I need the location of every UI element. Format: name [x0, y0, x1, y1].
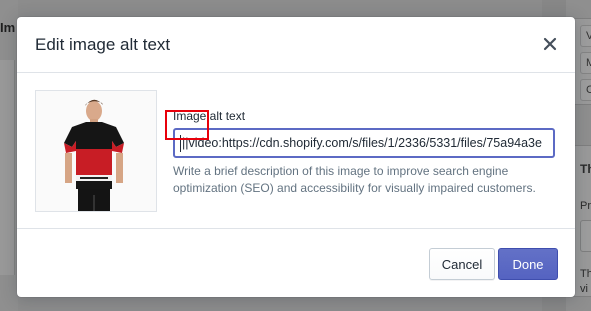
background-label: Pr: [580, 200, 591, 212]
modal-header: Edit image alt text: [17, 17, 575, 73]
done-button[interactable]: Done: [498, 248, 558, 280]
modal-body: Image alt text ||video:https://cdn.shopi…: [17, 73, 575, 228]
modal-title: Edit image alt text: [35, 35, 171, 54]
product-image-thumbnail: [35, 90, 157, 212]
background-section-title: Im: [0, 20, 16, 35]
background-chip: M: [580, 52, 591, 74]
background-heading: Th: [580, 162, 591, 176]
alt-text-value: ||video:https://cdn.shopify.com/s/files/…: [182, 136, 542, 150]
background-text-line: Th: [580, 268, 591, 280]
product-image: [36, 91, 156, 211]
background-card: [0, 60, 15, 275]
background-text-line: vi: [580, 283, 588, 295]
modal-footer: Cancel Done: [17, 228, 575, 298]
annotation-highlight-box: [165, 110, 209, 140]
alt-text-help: Write a brief description of this image …: [173, 164, 536, 195]
close-icon: [543, 37, 557, 51]
cancel-button[interactable]: Cancel: [429, 248, 495, 280]
background-chip: C: [580, 79, 591, 101]
edit-alt-text-modal: Edit image alt text Image alt text ||vid…: [17, 17, 575, 297]
background-chip: V: [580, 25, 591, 47]
background-select: [580, 220, 591, 252]
close-button[interactable]: [537, 31, 563, 57]
alt-text-input[interactable]: ||video:https://cdn.shopify.com/s/files/…: [173, 128, 555, 158]
